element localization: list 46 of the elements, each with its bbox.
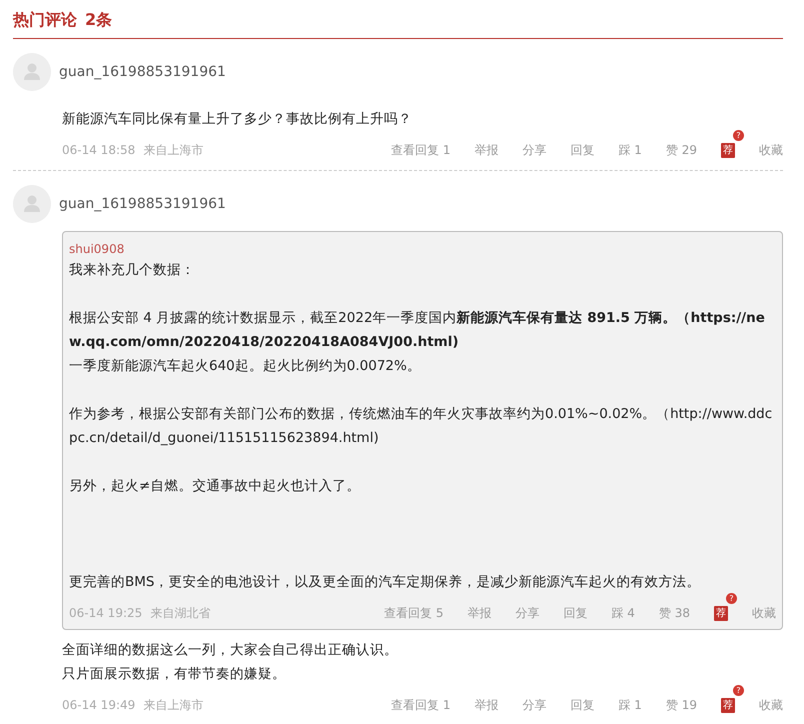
recommend-button[interactable]: 荐 [721,698,735,713]
action-link[interactable]: 举报 [474,140,498,158]
help-badge[interactable]: ? [726,593,737,604]
action-link[interactable]: 赞 38 [658,604,690,622]
action-link[interactable]: 回复 [563,604,588,622]
username[interactable]: guan_16198853191961 [59,62,226,82]
comment-time: 06-14 18:58 [62,142,136,158]
action-link[interactable]: 收藏 [759,696,783,714]
action-link[interactable]: 分享 [515,604,540,622]
action-link[interactable]: 查看回复 1 [391,696,450,714]
quoted-username[interactable]: shui0908 [69,240,776,258]
comment-count: 2条 [85,9,112,31]
action-link[interactable]: 查看回复 5 [384,604,444,622]
action-link[interactable]: 回复 [570,696,594,714]
action-link[interactable]: 赞 29 [666,140,697,158]
quote-paragraph: 另外，起火≠自燃。交通事故中起火也计入了。 [69,477,362,496]
action-link[interactable]: 踩 1 [618,696,642,714]
action-link[interactable]: 举报 [467,604,492,622]
help-badge[interactable]: ? [733,130,744,141]
action-link[interactable]: 查看回复 1 [391,140,450,158]
quote-paragraph: 我来补充几个数据： [69,261,196,280]
comment-text: 只片面展示数据，有带节奏的嫌疑。 [62,665,287,684]
action-link[interactable]: 收藏 [759,140,783,158]
action-link[interactable]: 举报 [474,696,498,714]
comment-location: 来自上海市 [143,696,204,714]
section-title: 热门评论 [13,9,77,31]
action-link[interactable]: 分享 [522,696,546,714]
quote-paragraph: 更完善的BMS，更安全的电池设计，以及更全面的汽车定期保养，是减少新能源汽车起火的有效方法。 [69,573,702,592]
action-link[interactable]: 收藏 [752,604,776,622]
action-link[interactable]: 分享 [522,140,546,158]
recommend-button[interactable]: 荐 [714,606,728,621]
action-link[interactable]: 踩 1 [618,140,642,158]
help-badge[interactable]: ? [733,685,744,696]
comment-text: 新能源汽车同比保有量上升了多少？事故比例有上升吗？ [62,110,413,129]
username[interactable]: guan_16198853191961 [59,194,226,214]
action-link[interactable]: 回复 [570,140,594,158]
recommend-button[interactable]: 荐 [721,143,735,158]
comment-location: 来自上海市 [143,142,204,158]
action-link[interactable]: 踩 4 [611,604,635,622]
comment-text: 全面详细的数据这么一列，大家会自己得出正确认识。 [62,641,399,660]
action-link[interactable]: 赞 19 [666,696,697,714]
comment-location: 来自湖北省 [150,604,210,622]
quote-paragraph: 根据公安部 4 月披露的统计数据显示，截至2022年一季度国内新能源汽车保有量达 891.5 万辆。（https://new.qq.com/omn/20220418/20220418A084VJ00.html) 一季度新能源汽车起火640起。起火比例约为0.0072%。 [69,309,766,376]
quote-paragraph: 作为参考，根据公安部有关部门公布的数据，传统燃油车的年火灾事故率约为0.01%~0.02%。（http://www.ddcpc.cn/detail/d_guonei/11515115623894.html) [69,405,774,448]
comment-time: 06-14 19:49 [62,696,136,714]
comment-time: 06-14 19:25 [69,604,142,622]
